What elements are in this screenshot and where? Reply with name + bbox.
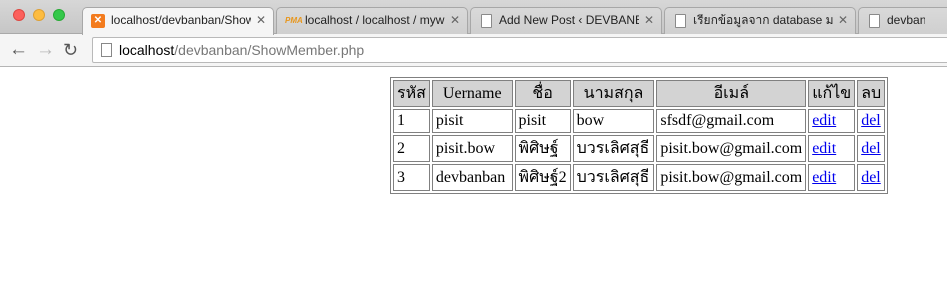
member-table: รหัส Uername ชื่อ นามสกุล อีเมล์ แก้ไข ล… [390,77,889,194]
tab-title: localhost / localhost / myw [305,13,445,27]
zoom-window-button[interactable] [53,9,65,21]
tab-add-new-post[interactable]: Add New Post ‹ DEVBANBA ✕ [470,7,662,34]
phpmyadmin-icon: PMA [285,16,303,25]
column-header-id: รหัส [393,80,430,107]
reload-icon[interactable]: ↻ [63,39,78,61]
page-icon [101,43,112,57]
url-text: localhost/devbanban/ShowMember.php [119,42,364,58]
cell-delete: del [857,135,886,162]
delete-link[interactable]: del [861,140,881,157]
cell-username: pisit.bow [431,135,513,162]
address-bar[interactable]: localhost/devbanban/ShowMember.php [92,37,947,63]
cell-delete: del [857,164,886,191]
tab-close-icon[interactable]: ✕ [256,8,266,33]
tab-title: Add New Post ‹ DEVBANBA [499,13,639,27]
cell-edit: edit [808,135,856,162]
cell-lastname: บวรเลิศสุธี [572,164,655,191]
cell-firstname: pisit [514,109,571,133]
cell-username: devbanban [431,164,513,191]
cell-lastname: บวรเลิศสุธี [572,135,655,162]
column-header-username: Uername [431,80,513,107]
page-icon [481,14,492,28]
page-content: รหัส Uername ชื่อ นามสกุล อีเมล์ แก้ไข ล… [0,68,947,300]
url-host: localhost [119,42,175,58]
tab-close-icon[interactable]: ✕ [644,8,654,33]
edit-link[interactable]: edit [812,112,836,129]
delete-link[interactable]: del [861,169,881,186]
edit-link[interactable]: edit [812,169,836,186]
cell-id: 1 [393,109,430,133]
forward-arrow-icon[interactable]: → [36,39,55,61]
column-header-edit: แก้ไข [808,80,856,107]
tab-phpmyadmin[interactable]: PMA localhost / localhost / myw ✕ [276,7,468,34]
tab-close-icon[interactable]: ✕ [450,8,460,33]
page-icon [869,14,880,28]
cell-id: 3 [393,164,430,191]
cell-edit: edit [808,109,856,133]
column-header-lastname: นามสกุล [572,80,655,107]
tab-showmember[interactable]: ✕ localhost/devbanban/Show ✕ [82,7,274,35]
table-row: 3 devbanban พิศิษฐ์2 บวรเลิศสุธี pisit.b… [393,164,886,191]
tab-thai-article[interactable]: เรียกข้อมูลจาก database มาแ ✕ [664,7,856,34]
url-path: /devbanban/ShowMember.php [174,42,365,58]
xampp-icon: ✕ [91,14,105,28]
minimize-window-button[interactable] [33,9,45,21]
cell-email: pisit.bow@gmail.com [656,135,807,162]
cell-email: sfsdf@gmail.com [656,109,807,133]
page-icon [675,14,686,28]
close-window-button[interactable] [13,9,25,21]
cell-delete: del [857,109,886,133]
table-row: 2 pisit.bow พิศิษฐ์ บวรเลิศสุธี pisit.bo… [393,135,886,162]
tab-close-icon[interactable]: ✕ [838,8,848,33]
column-header-delete: ลบ [857,80,886,107]
tab-devbanban[interactable]: devbanban [858,7,947,34]
table-row: 1 pisit pisit bow sfsdf@gmail.com edit d… [393,109,886,133]
edit-link[interactable]: edit [812,140,836,157]
column-header-email: อีเมล์ [656,80,807,107]
table-header-row: รหัส Uername ชื่อ นามสกุล อีเมล์ แก้ไข ล… [393,80,886,107]
cell-firstname: พิศิษฐ์2 [514,164,571,191]
cell-firstname: พิศิษฐ์ [514,135,571,162]
column-header-firstname: ชื่อ [514,80,571,107]
cell-username: pisit [431,109,513,133]
tab-title: devbanban [887,13,925,27]
back-arrow-icon[interactable]: ← [9,39,28,61]
tab-title: เรียกข้อมูลจาก database มาแ [693,13,833,27]
delete-link[interactable]: del [861,112,881,129]
cell-edit: edit [808,164,856,191]
tab-title: localhost/devbanban/Show [111,13,251,27]
cell-email: pisit.bow@gmail.com [656,164,807,191]
browser-toolbar: ← → ↻ localhost/devbanban/ShowMember.php [0,34,947,67]
cell-lastname: bow [572,109,655,133]
tab-strip: ✕ localhost/devbanban/Show ✕ PMA localho… [0,0,947,35]
cell-id: 2 [393,135,430,162]
